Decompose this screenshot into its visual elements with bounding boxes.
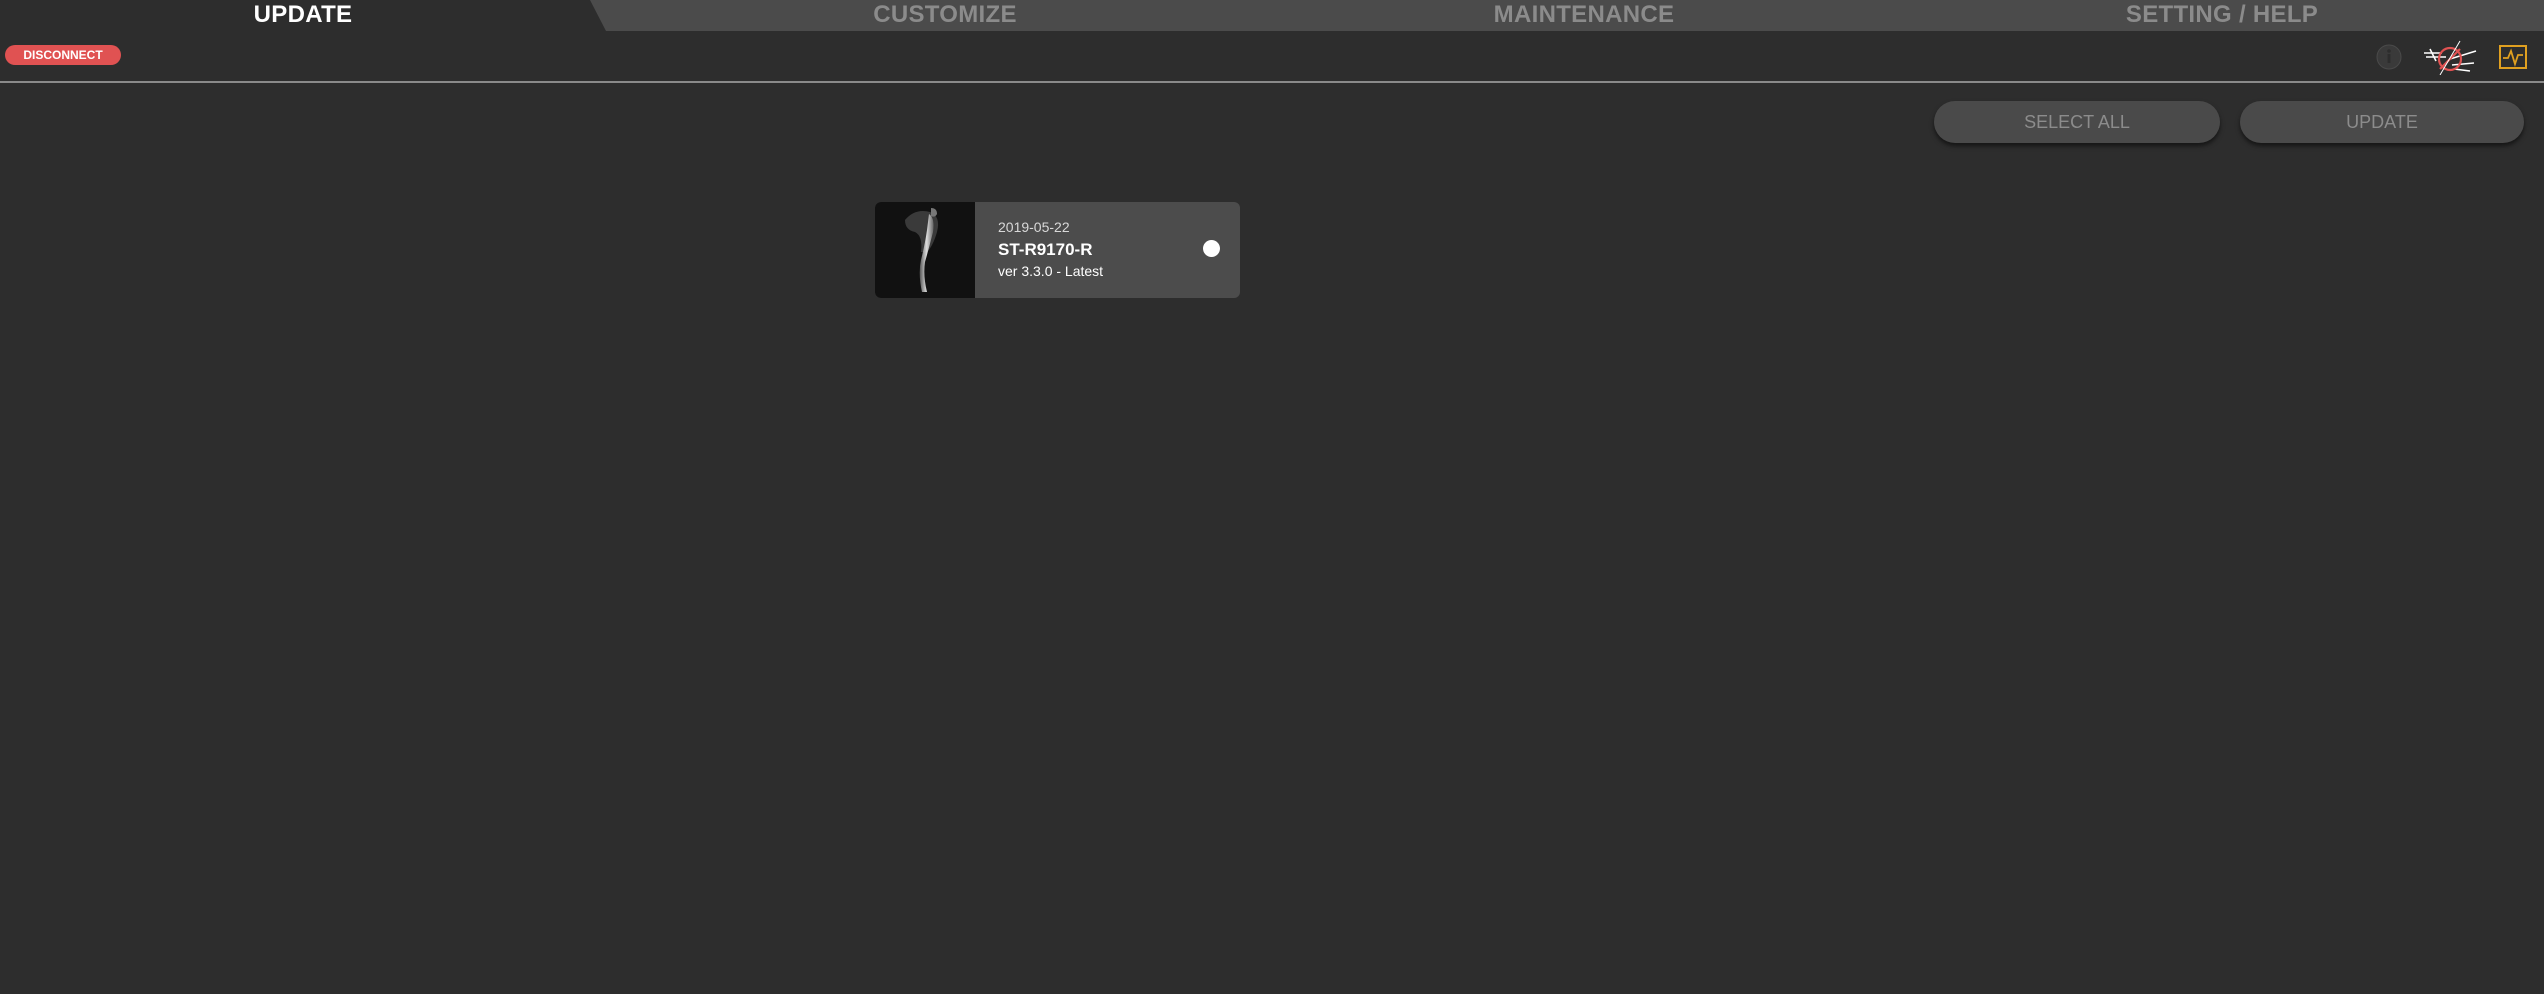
tab-customize[interactable]: CUSTOMIZE [622, 0, 1268, 31]
info-icon[interactable] [2376, 44, 2402, 70]
select-all-button[interactable]: SELECT ALL [1934, 101, 2220, 143]
tab-setting-help[interactable]: SETTING / HELP [1900, 0, 2544, 31]
bike-connection-icon[interactable] [2420, 39, 2480, 76]
header-row: DISCONNECT [0, 31, 2544, 83]
tab-maintenance[interactable]: MAINTENANCE [1268, 0, 1900, 31]
top-tab-bar: UPDATE CUSTOMIZE MAINTENANCE SETTING / H… [0, 0, 2544, 31]
shift-lever-icon [875, 202, 975, 298]
unit-card[interactable]: 2019-05-22 ST-R9170-R ver 3.3.0 - Latest [875, 202, 1240, 298]
disconnect-button[interactable]: DISCONNECT [5, 45, 121, 65]
tab-update[interactable]: UPDATE [0, 0, 606, 31]
unit-name: ST-R9170-R [998, 240, 1093, 259]
update-button[interactable]: UPDATE [2240, 101, 2524, 143]
unit-date: 2019-05-22 [998, 219, 1070, 235]
unit-version: ver 3.3.0 - Latest [998, 263, 1104, 279]
unit-select-radio[interactable] [1203, 240, 1220, 257]
waveform-icon[interactable] [2498, 43, 2528, 71]
